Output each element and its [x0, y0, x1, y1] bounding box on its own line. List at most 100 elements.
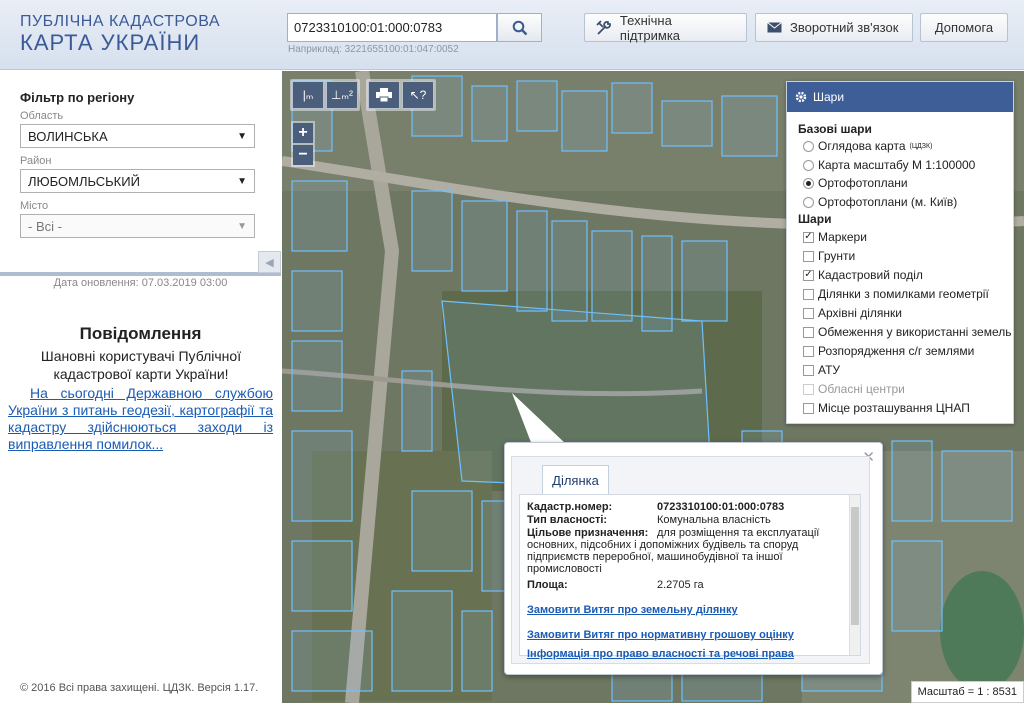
overlay-label: Маркери [818, 230, 867, 244]
base-layer-option[interactable]: Карта масштабу М 1:100000 [803, 158, 975, 172]
cadastral-search-input[interactable] [287, 13, 497, 42]
overlay-layer-option[interactable]: Обмеження у використанні земель [803, 325, 1011, 339]
copyright: © 2016 Всі права захищені. ЦДЗК. Версія … [20, 682, 259, 694]
checkbox-icon [803, 307, 814, 319]
message-title: Повідомлення [79, 324, 202, 343]
parcel-key: Цільове призначення: [527, 527, 649, 539]
parcel-key: Площа: [527, 579, 568, 591]
parcel-key: Тип власності: [527, 514, 608, 526]
popup-pointer [512, 393, 567, 445]
parcel-row: Цільове призначення: для розміщення та ек… [527, 527, 852, 575]
raion-select[interactable]: ЛЮБОМЛЬСЬКИЙ ▼ [20, 169, 255, 193]
popup-scrollbar[interactable] [849, 495, 860, 655]
gear-icon [795, 91, 807, 103]
dropdown-arrow-icon: ▼ [237, 175, 247, 187]
overlay-layer-option[interactable]: Грунти [803, 249, 855, 263]
overlay-label: Ділянки з помилками геометрії [818, 287, 989, 301]
base-layer-option[interactable]: Ортофотоплани (м. Київ) [803, 195, 957, 209]
tools-icon [596, 19, 611, 35]
map-view[interactable]: |ₘ ⊥ₘ² ↖? + − Шари Базові шари Оглядова … [282, 71, 1024, 703]
overlay-layer-option[interactable]: ✓ Маркери [803, 230, 867, 244]
scale-indicator: Масштаб = 1 : 8531 [910, 681, 1024, 703]
parcel-value: Комунальна власність [657, 514, 771, 526]
search-icon [512, 20, 527, 35]
overlay-label: Обмеження у використанні земель [818, 325, 1012, 339]
area-icon: ⊥ₘ² [331, 88, 353, 102]
raion-value: ЛЮБОМЛЬСЬКИЙ [28, 173, 140, 189]
map-toolbar: |ₘ ⊥ₘ² ↖? [290, 79, 440, 111]
overlay-layer-option[interactable]: Ділянки з помилками геометрії [803, 287, 989, 301]
identify-button[interactable]: ↖? [402, 81, 434, 109]
overlay-layer-option[interactable]: Місце розташування ЦНАП [803, 401, 970, 415]
popup-body: Ділянка Кадастр.номер: 0723310100:01:000:… [511, 456, 870, 664]
overlay-layer-option[interactable]: АТУ [803, 363, 840, 377]
help-label: Допомога [934, 20, 994, 35]
checkbox-icon [803, 250, 814, 262]
base-layer-option[interactable]: Ортофотоплани [803, 176, 908, 190]
site-logo[interactable]: ПУБЛІЧНА КАДАСТРОВА КАРТА УКРАЇНИ [20, 14, 220, 54]
misto-select[interactable]: - Всі - ▼ [20, 214, 255, 238]
chevron-left-icon: ◀ [265, 256, 274, 269]
misto-label: Місто [20, 200, 49, 212]
parcel-key: Кадастр.номер: [527, 501, 613, 513]
ruler-icon: |ₘ [302, 88, 314, 102]
feedback-button[interactable]: Зворотний зв'язок [755, 13, 913, 42]
measure-distance-button[interactable]: |ₘ [292, 81, 324, 109]
dropdown-arrow-icon: ▼ [237, 130, 247, 142]
measure-area-button[interactable]: ⊥ₘ² [326, 81, 358, 109]
pointer-question-icon: ↖? [409, 88, 427, 102]
overlay-layer-option[interactable]: Архівні ділянки [803, 306, 902, 320]
overlay-label: Грунти [818, 249, 856, 263]
zoom-control: + − [291, 121, 315, 167]
oblast-label: Область [20, 110, 64, 122]
order-extract-link[interactable]: Замовити Витяг про земельну ділянку [527, 604, 738, 616]
overlay-layer-option[interactable]: Розпорядження с/г землями [803, 344, 974, 358]
order-valuation-link[interactable]: Замовити Витяг про нормативну грошову оц… [527, 629, 794, 641]
logo-line-2: КАРТА УКРАЇНИ [20, 30, 201, 55]
base-layers-title: Базові шари [798, 122, 872, 136]
layers-header[interactable]: Шари [787, 82, 1013, 112]
zoom-out-button[interactable]: − [293, 145, 313, 165]
radio-icon [803, 196, 814, 208]
checkbox-icon [803, 402, 814, 414]
message-link[interactable]: На сьогодні Державною службою України з … [8, 385, 273, 453]
parcel-value: 0723310100:01:000:0783 [657, 501, 785, 513]
base-layer-label: Ортофотоплани (м. Київ) [818, 195, 958, 209]
measure-tools: |ₘ ⊥ₘ² [290, 79, 360, 111]
print-button[interactable] [368, 81, 400, 109]
update-date: Дата оновлення: 07.03.2019 03:00 [53, 277, 228, 289]
zoom-in-button[interactable]: + [293, 123, 313, 143]
overlay-label: Місце розташування ЦНАП [818, 401, 970, 415]
oblast-select[interactable]: ВОЛИНСЬКА ▼ [20, 124, 255, 148]
radio-selected-icon [803, 177, 814, 189]
collapse-sidebar-button[interactable]: ◀ [258, 251, 281, 273]
base-layer-label: Ортофотоплани [818, 176, 908, 190]
message-text: Шановні користувачі Публічної кадастрово… [40, 348, 242, 382]
tab-parcel[interactable]: Ділянка [542, 465, 609, 494]
feedback-label: Зворотний зв'язок [790, 20, 899, 35]
scrollbar-thumb[interactable] [851, 507, 859, 625]
parcel-value: 2.2705 га [657, 579, 704, 591]
sidebar: Фільтр по регіону Область ВОЛИНСЬКА ▼ Рай… [0, 71, 281, 703]
base-layer-label: Оглядова карта [818, 139, 906, 153]
base-layer-option[interactable]: Оглядова карта (ЦДЗК) [803, 139, 932, 153]
search-hint: Наприклад: 3221655100:01:047:0052 [288, 44, 459, 55]
checkbox-icon [803, 345, 814, 357]
overlay-layer-option[interactable]: ✓ Кадастровий поділ [803, 268, 923, 282]
tech-support-label: Технічна підтримка [619, 12, 681, 43]
misto-value: - Всі - [28, 218, 62, 234]
checkbox-icon [803, 364, 814, 376]
raion-label: Район [20, 155, 52, 167]
parcel-popup: ✕ Ділянка Кадастр.номер:0723310100:01:00… [504, 442, 883, 675]
help-button[interactable]: Допомога [920, 13, 1008, 42]
overlay-label: Обласні центри [818, 382, 905, 396]
checkbox-disabled-icon [803, 383, 814, 395]
tech-support-button[interactable]: Технічна підтримка [584, 12, 747, 43]
checkbox-checked-icon: ✓ [803, 269, 814, 281]
radio-icon [803, 159, 814, 171]
search-button[interactable] [497, 13, 542, 42]
overlay-layer-option: Обласні центри [803, 382, 905, 396]
ownership-info-link[interactable]: Інформація про право власності та речові… [527, 648, 794, 662]
overlay-label: АТУ [818, 363, 841, 377]
info-tools: ↖? [366, 79, 436, 111]
